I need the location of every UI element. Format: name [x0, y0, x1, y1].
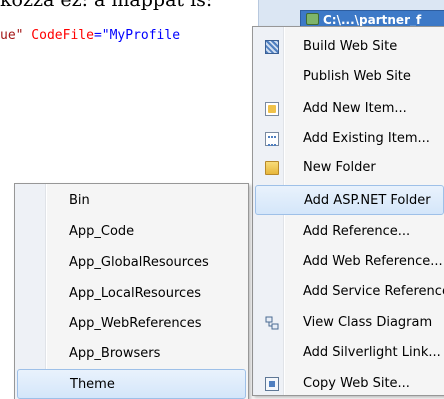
asp-net-folder-submenu: Bin App_Code App_GlobalResources App_Loc…: [14, 183, 249, 399]
menu-item-label: Add Web Reference...: [303, 254, 443, 269]
menu-item-label: App_Code: [69, 224, 135, 239]
menu-item-label: Add Service Reference...: [303, 284, 444, 299]
website-icon: [306, 13, 319, 25]
existing-item-icon: [265, 132, 279, 146]
code-line: ue" CodeFile="MyProfile: [0, 28, 180, 46]
menu-item-label: Theme: [70, 377, 115, 392]
code-token: "MyProfile: [101, 28, 181, 43]
code-token: CodeFile: [23, 28, 94, 43]
menu-item-label: App_Browsers: [69, 346, 161, 361]
code-token: ue": [0, 28, 24, 43]
menu-item-label: Bin: [69, 193, 90, 208]
menu-item-add-new-item[interactable]: Add New Item...: [255, 94, 444, 124]
background-text: kozza ez: a mappat is:: [0, 0, 213, 11]
menu-item-label: Add Silverlight Link...: [303, 345, 441, 360]
class-diagram-icon: [265, 316, 279, 330]
submenu-item-theme[interactable]: Theme: [17, 369, 246, 399]
submenu-item-app-code[interactable]: App_Code: [17, 217, 246, 247]
copy-web-site-icon: [265, 377, 279, 391]
menu-item-label: View Class Diagram: [303, 315, 433, 330]
code-token: =: [93, 28, 102, 43]
tree-node-label: C:\...\partner_f: [323, 13, 422, 27]
submenu-item-app-globalresources[interactable]: App_GlobalResources: [17, 248, 246, 278]
submenu-item-app-webreferences[interactable]: App_WebReferences: [17, 309, 246, 339]
menu-item-add-reference[interactable]: Add Reference...: [255, 217, 444, 247]
menu-item-label: Build Web Site: [303, 39, 398, 54]
menu-item-label: Add Reference...: [303, 224, 411, 239]
context-menu: Build Web Site Publish Web Site Add New …: [252, 26, 444, 396]
menu-item-add-service-reference[interactable]: Add Service Reference...: [255, 277, 444, 307]
menu-item-label: App_LocalResources: [69, 286, 201, 301]
menu-item-label: App_GlobalResources: [69, 255, 209, 270]
menu-item-label: Publish Web Site: [303, 69, 411, 84]
menu-item-publish-web-site[interactable]: Publish Web Site: [255, 62, 444, 92]
submenu-item-app-localresources[interactable]: App_LocalResources: [17, 279, 246, 309]
menu-item-label: Add ASP.NET Folder: [304, 193, 431, 208]
menu-item-add-web-reference[interactable]: Add Web Reference...: [255, 247, 444, 277]
submenu-item-bin[interactable]: Bin: [17, 186, 246, 216]
menu-item-label: New Folder: [303, 160, 376, 175]
submenu-item-app-browsers[interactable]: App_Browsers: [17, 339, 246, 369]
menu-item-label: Add New Item...: [303, 101, 407, 116]
menu-item-label: App_WebReferences: [69, 316, 202, 331]
folder-icon: [265, 161, 279, 175]
menu-item-label: Add Existing Item...: [303, 131, 430, 146]
menu-item-build-web-site[interactable]: Build Web Site: [255, 32, 444, 62]
menu-item-view-class-diagram[interactable]: View Class Diagram: [255, 308, 444, 338]
menu-item-add-existing-item[interactable]: Add Existing Item...: [255, 124, 444, 154]
menu-item-add-aspnet-folder[interactable]: Add ASP.NET Folder: [255, 185, 444, 215]
menu-item-add-silverlight-link[interactable]: Add Silverlight Link...: [255, 338, 444, 368]
build-icon: [265, 40, 279, 54]
menu-item-label: Copy Web Site...: [303, 376, 410, 391]
menu-item-new-folder[interactable]: New Folder: [255, 153, 444, 183]
new-item-icon: [265, 102, 279, 116]
menu-item-copy-web-site[interactable]: Copy Web Site...: [255, 369, 444, 395]
